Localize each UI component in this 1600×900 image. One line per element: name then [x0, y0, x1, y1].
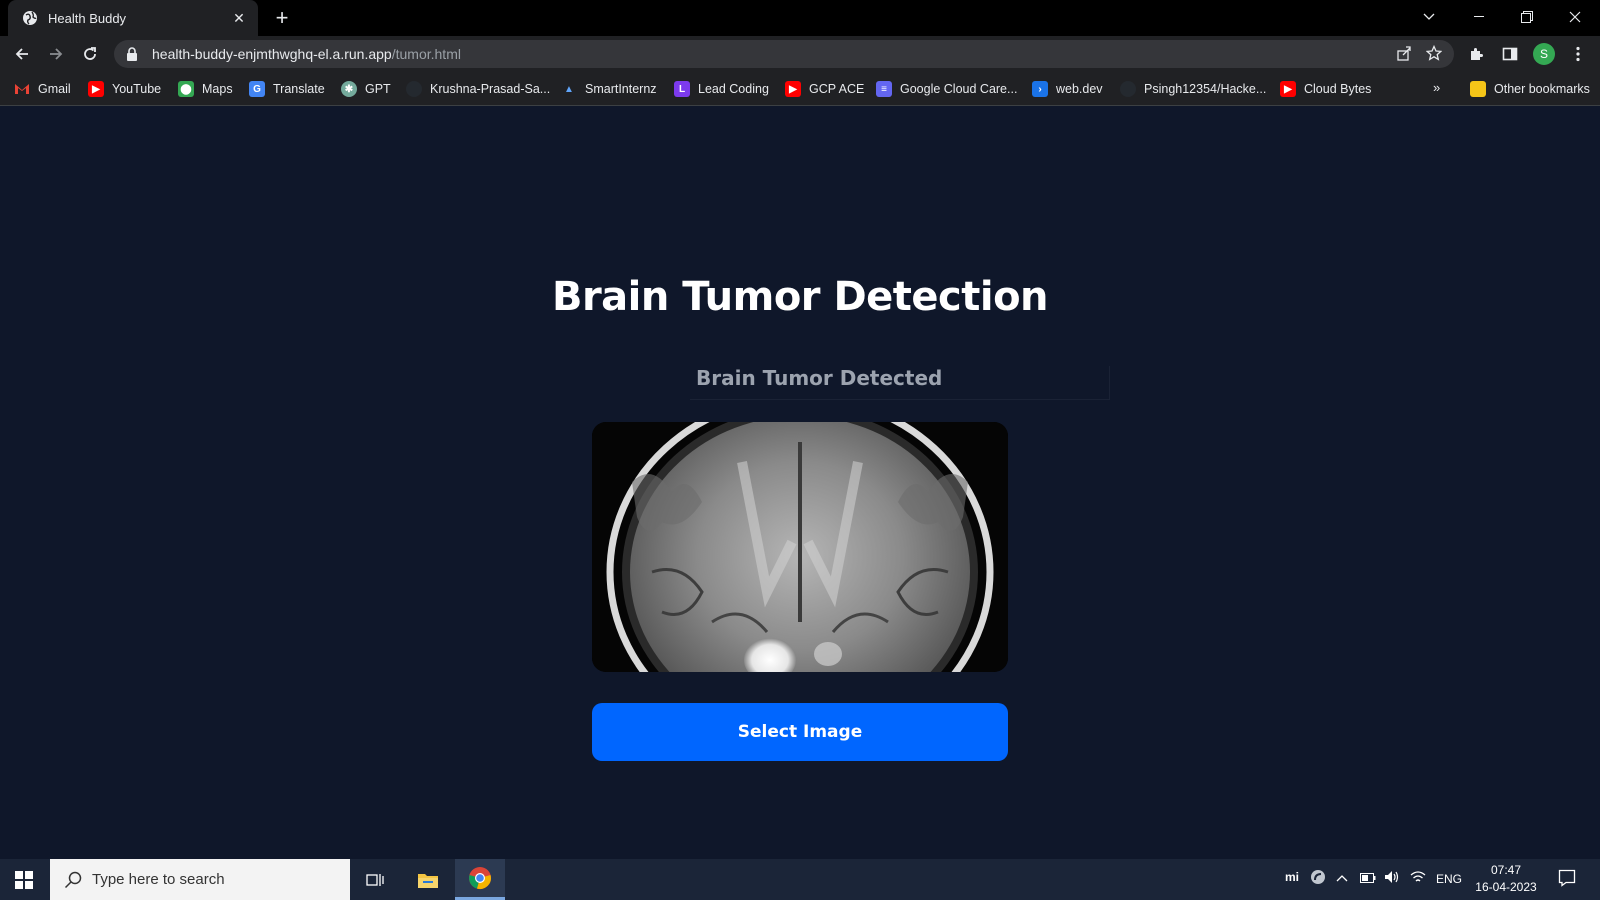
leadcoding-icon: L	[674, 81, 690, 97]
brain-mri-image	[592, 422, 1008, 672]
smartinternz-icon: ▲	[564, 83, 574, 95]
bookmark-maps[interactable]: ⬤ Maps	[178, 80, 233, 98]
lock-icon	[127, 47, 137, 61]
extensions-puzzle-icon[interactable]	[1462, 40, 1490, 68]
volume-icon[interactable]	[1384, 870, 1400, 887]
bookmark-smartinternz[interactable]: ▲ SmartInternz	[561, 80, 657, 98]
bookmark-youtube[interactable]: ▶ YouTube	[88, 80, 161, 98]
address-bar[interactable]: health-buddy-enjmthwghq-el.a.run.app/tum…	[114, 40, 1454, 68]
notifications-icon[interactable]	[1558, 869, 1576, 890]
taskbar-search-input[interactable]: Type here to search	[50, 859, 350, 900]
chrome-taskbar-icon[interactable]	[455, 859, 505, 900]
bookmark-gmail[interactable]: Gmail	[14, 80, 71, 98]
language-indicator[interactable]: ENG	[1436, 872, 1462, 886]
clock-time: 07:47	[1490, 863, 1522, 877]
minimize-icon[interactable]	[1456, 0, 1502, 34]
windows-taskbar: Type here to search mi ENG 07:47 16-04-2…	[0, 859, 1600, 900]
bookmark-gcp-ace[interactable]: ▶ GCP ACE	[785, 80, 864, 98]
bookmark-translate[interactable]: G Translate	[249, 80, 325, 98]
tab-health-buddy[interactable]: Health Buddy ✕	[8, 0, 258, 36]
bookmark-krushna[interactable]: Krushna-Prasad-Sa...	[406, 80, 550, 98]
close-tab-icon[interactable]: ✕	[230, 10, 248, 27]
bookmark-lead-coding[interactable]: L Lead Coding	[674, 80, 769, 98]
sync-icon[interactable]	[1310, 869, 1326, 888]
other-bookmarks[interactable]: Other bookmarks	[1470, 80, 1590, 98]
maps-icon: ⬤	[178, 81, 194, 97]
wifi-icon[interactable]	[1410, 870, 1426, 887]
mri-image-preview	[592, 422, 1008, 672]
bookmark-webdev[interactable]: › web.dev	[1032, 80, 1103, 98]
webdev-icon: ›	[1032, 81, 1048, 97]
new-tab-icon[interactable]: +	[270, 6, 294, 30]
mi-icon[interactable]: mi	[1285, 870, 1299, 884]
tab-title: Health Buddy	[48, 10, 127, 26]
clock-date: 16-04-2023	[1475, 880, 1537, 894]
youtube-icon: ▶	[1280, 81, 1296, 97]
file-explorer-icon[interactable]	[403, 859, 453, 900]
globe-icon	[23, 11, 37, 25]
more-bookmarks-chevron-icon[interactable]: »	[1433, 80, 1440, 95]
page-content: Brain Tumor Detection Brain Tumor Detect…	[0, 106, 1600, 859]
side-panel-icon[interactable]	[1496, 40, 1524, 68]
translate-icon: G	[249, 81, 265, 97]
browser-titlebar: Health Buddy ✕ +	[0, 0, 1600, 36]
battery-icon[interactable]	[1360, 872, 1376, 886]
browser-toolbar: health-buddy-enjmthwghq-el.a.run.app/tum…	[0, 36, 1600, 72]
url-path: /tumor.html	[391, 46, 461, 62]
gmail-icon	[14, 81, 30, 97]
list-icon: ≡	[876, 81, 892, 97]
github-icon	[1120, 81, 1136, 97]
search-icon	[64, 871, 82, 888]
bookmark-psingh[interactable]: Psingh12354/Hacke...	[1120, 80, 1266, 98]
show-hidden-icons-chevron-icon[interactable]	[1336, 871, 1348, 885]
select-image-button[interactable]: Select Image	[592, 703, 1008, 761]
profile-initial: S	[1533, 43, 1555, 65]
profile-avatar[interactable]: S	[1530, 40, 1558, 68]
kebab-menu-icon[interactable]	[1564, 40, 1592, 68]
close-window-icon[interactable]	[1552, 0, 1598, 34]
gpt-icon: ✱	[341, 81, 357, 97]
back-arrow-icon[interactable]	[8, 40, 36, 68]
reload-icon[interactable]	[76, 40, 104, 68]
github-icon	[406, 81, 422, 97]
forward-arrow-icon[interactable]	[42, 40, 70, 68]
bookmark-cloud-bytes[interactable]: ▶ Cloud Bytes	[1280, 80, 1371, 98]
youtube-icon: ▶	[785, 81, 801, 97]
windows-start-icon[interactable]	[0, 859, 48, 900]
tab-search-icon[interactable]	[1406, 0, 1452, 34]
youtube-icon: ▶	[88, 81, 104, 97]
folder-icon	[1470, 81, 1486, 97]
bookmarks-bar: Gmail ▶ YouTube ⬤ Maps G Translate ✱ GPT…	[0, 72, 1600, 106]
detection-result: Brain Tumor Detected	[690, 366, 1110, 400]
page-title: Brain Tumor Detection	[551, 274, 1049, 320]
bookmark-star-icon[interactable]	[1426, 45, 1442, 61]
task-view-icon[interactable]	[350, 859, 400, 900]
share-icon[interactable]	[1396, 45, 1412, 61]
url-host: health-buddy-enjmthwghq-el.a.run.app	[152, 46, 392, 62]
search-placeholder: Type here to search	[92, 871, 225, 888]
clock[interactable]: 07:47 16-04-2023	[1466, 862, 1546, 896]
bookmark-google-cloud[interactable]: ≡ Google Cloud Care...	[876, 80, 1017, 98]
restore-icon[interactable]	[1504, 0, 1550, 34]
bookmark-gpt[interactable]: ✱ GPT	[341, 80, 391, 98]
